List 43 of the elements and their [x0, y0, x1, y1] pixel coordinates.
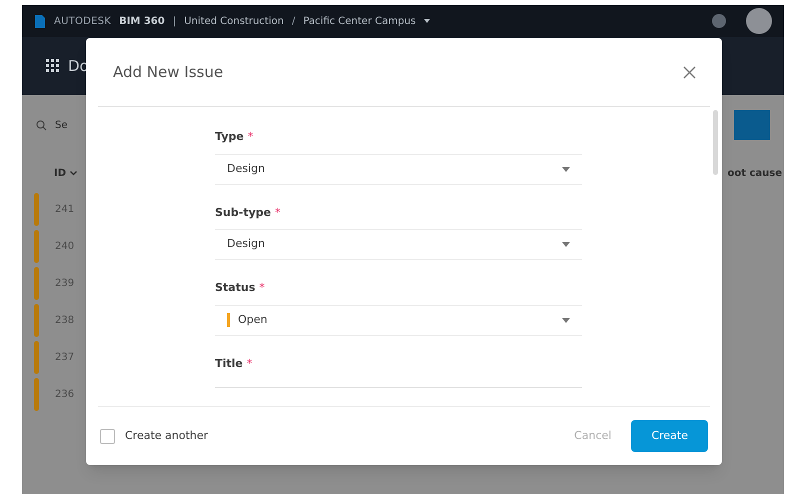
- column-header[interactable]: oot cause: [727, 166, 784, 180]
- checkbox-label: Create another: [125, 428, 208, 444]
- table-cell-text: 241: [55, 203, 74, 217]
- table-cell-text: 239: [55, 277, 74, 291]
- table-cell-text: 236: [55, 388, 74, 402]
- table-cell-text: 238: [55, 314, 74, 328]
- field-label: Status: [215, 280, 256, 296]
- project-name[interactable]: Pacific Center Campus: [303, 14, 416, 28]
- dropdown-caret-icon: [562, 318, 570, 322]
- scrollbar-thumb[interactable]: [713, 110, 718, 175]
- field-label: Sub-type: [215, 204, 271, 220]
- close-icon[interactable]: [683, 66, 696, 78]
- avatar[interactable]: [746, 8, 772, 34]
- table-cell-text: 240: [55, 240, 74, 254]
- dropdown-caret-icon: [562, 242, 570, 247]
- chevron-down-icon: [70, 170, 78, 176]
- select-value: Design: [227, 236, 266, 252]
- dropdown-caret-icon: [562, 166, 570, 172]
- field-label: Type: [215, 129, 244, 145]
- brand-name: AUTODESK: [54, 14, 112, 28]
- field-label: Title: [215, 356, 243, 372]
- product-name: BIM 360: [119, 14, 165, 28]
- caret-icon[interactable]: [424, 19, 430, 23]
- required-asterisk: *: [248, 129, 254, 145]
- column-header[interactable]: ID: [54, 166, 78, 180]
- help-icon[interactable]: [712, 14, 726, 28]
- select-field[interactable]: Design: [215, 229, 582, 260]
- required-asterisk: *: [274, 204, 280, 220]
- dialog-title: Add New Issue: [113, 62, 224, 83]
- select-field[interactable]: Open: [215, 304, 582, 336]
- apps-grid-icon[interactable]: [46, 59, 60, 73]
- logo-icon: [34, 14, 46, 28]
- select-value: Open: [238, 312, 268, 328]
- separator-text: |: [172, 14, 176, 28]
- table-cell-text: 237: [55, 351, 74, 365]
- select-field[interactable]: Design: [215, 154, 582, 184]
- required-asterisk: *: [246, 356, 252, 372]
- breadcrumb-slash: /: [292, 14, 296, 28]
- search-icon: [36, 120, 47, 130]
- checkbox[interactable]: [100, 428, 115, 444]
- account-name[interactable]: United Construction: [184, 14, 284, 28]
- required-asterisk: *: [259, 280, 265, 296]
- select-value: Design: [227, 160, 266, 177]
